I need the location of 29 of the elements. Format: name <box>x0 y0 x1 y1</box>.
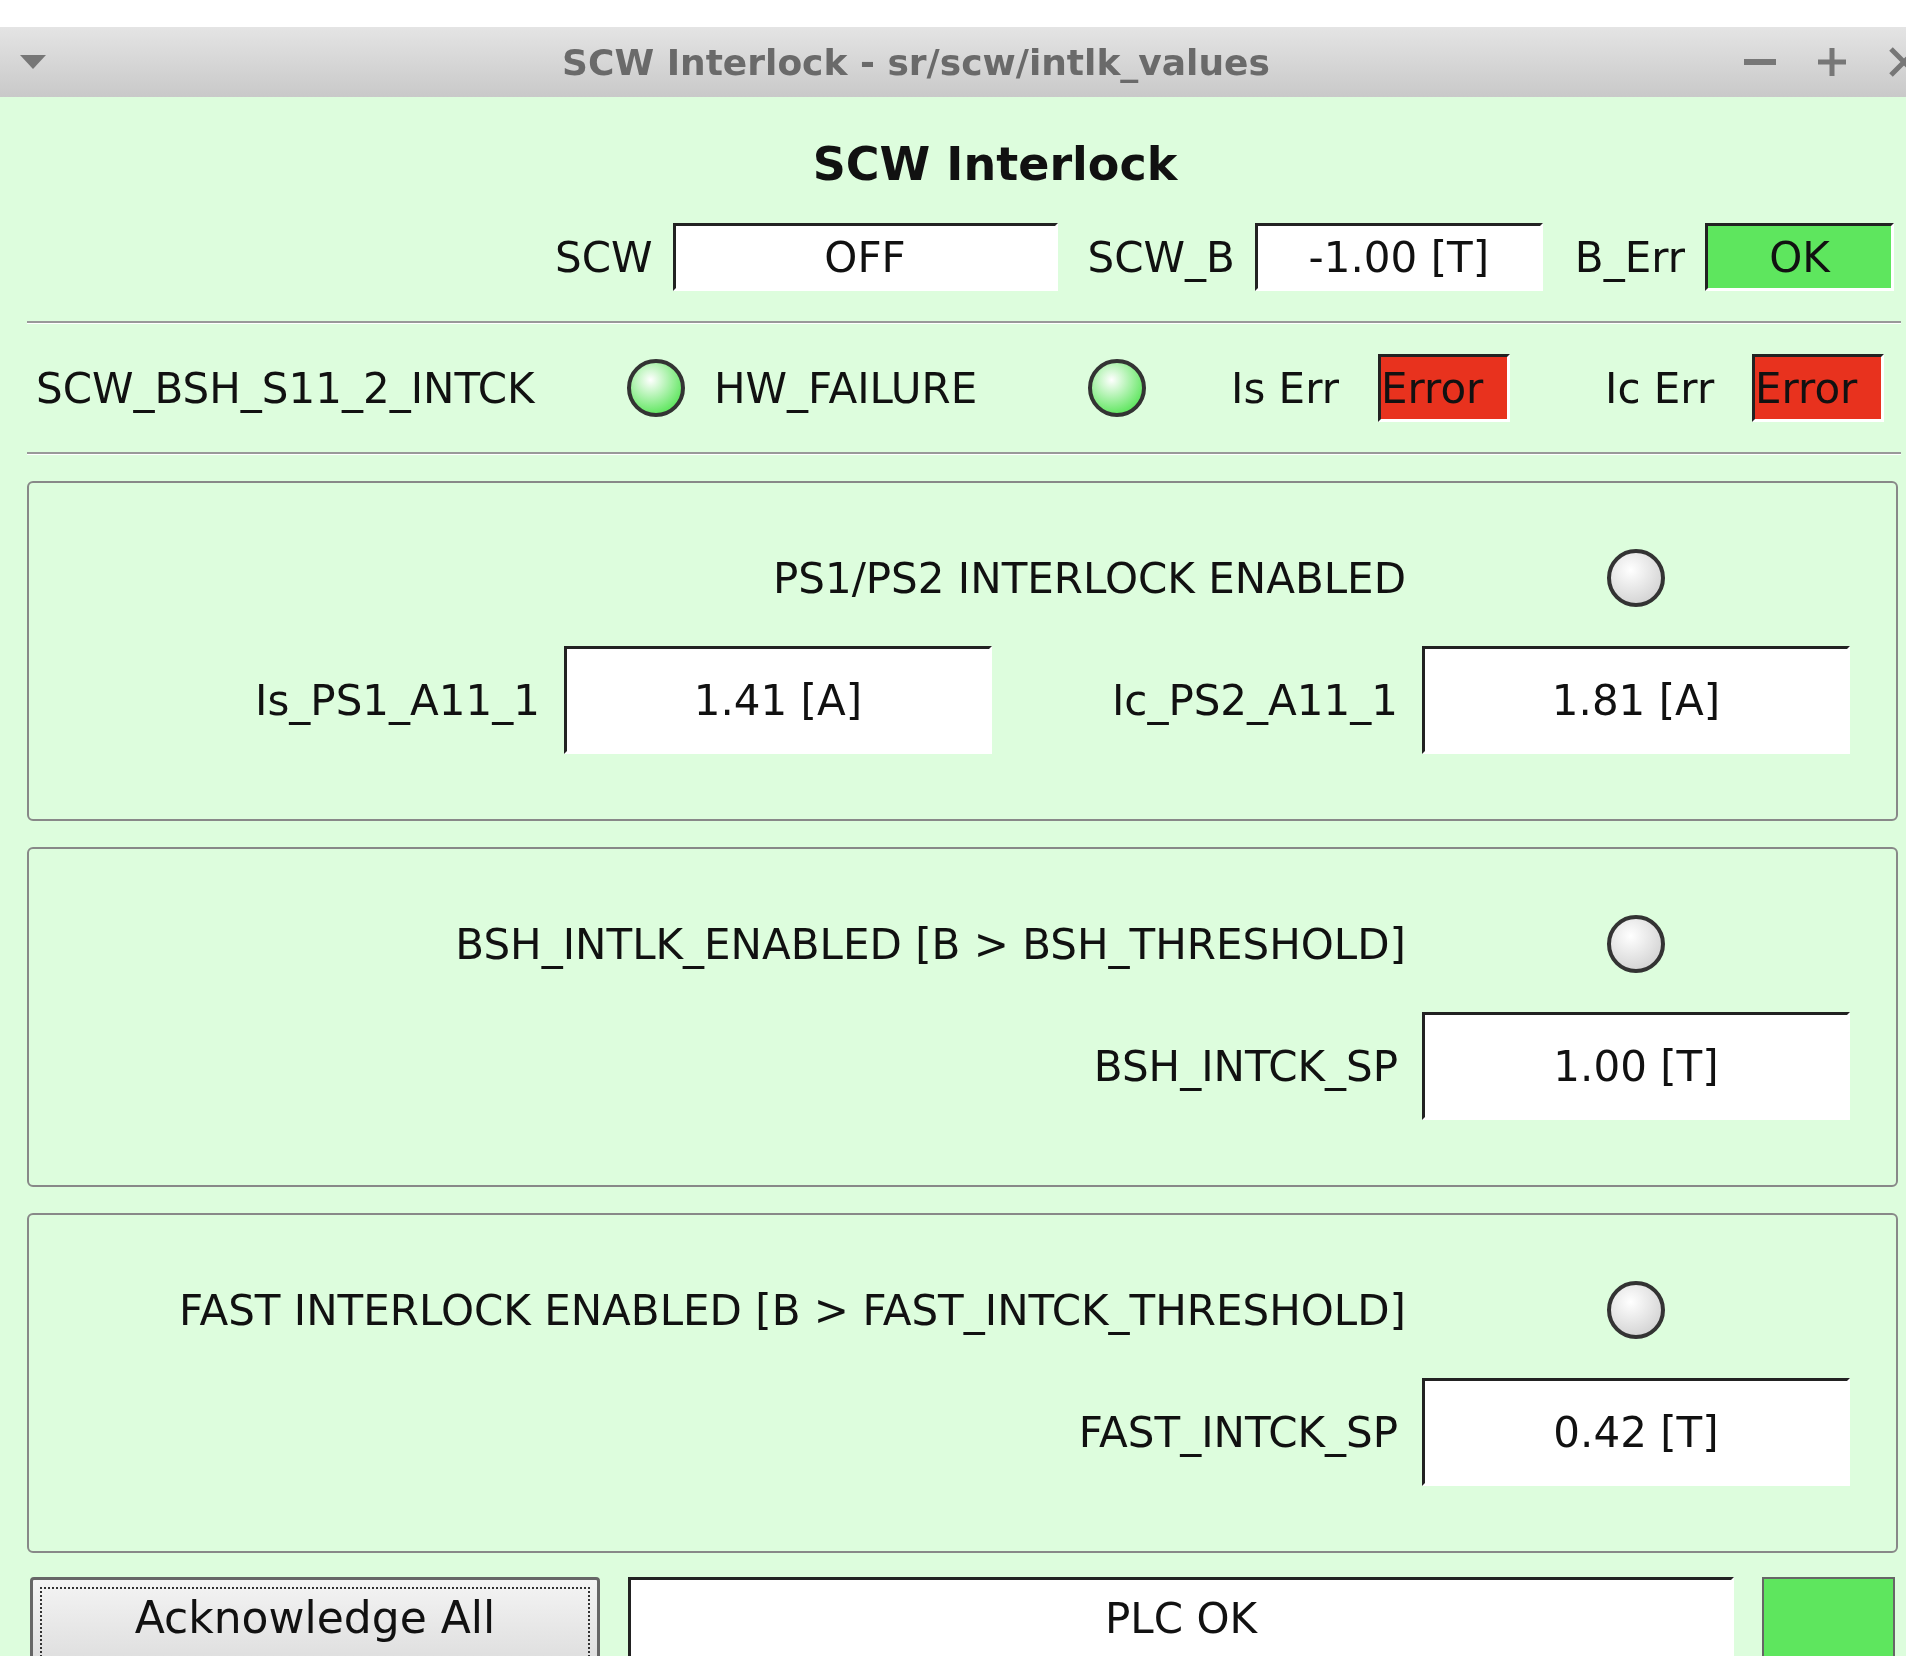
reading-field: 1.41 [A] <box>563 646 992 754</box>
field-label: SCW_B <box>1087 232 1235 282</box>
indicator-label: Is Err <box>1231 363 1340 413</box>
interlock-title: PS1/PS2 INTERLOCK ENABLED <box>772 553 1406 603</box>
indicator-label: Ic Err <box>1605 363 1716 413</box>
value-field: OK <box>1705 223 1894 291</box>
reading-field: 1.00 [T] <box>1422 1012 1850 1120</box>
plc-status-field: PLC OK <box>628 1577 1734 1656</box>
reading-field: 1.81 [A] <box>1422 646 1850 754</box>
error-field: Error <box>1752 354 1884 422</box>
reading-label: FAST_INTCK_SP <box>1078 1407 1398 1457</box>
interlock-title: FAST INTERLOCK ENABLED [B > FAST_INTCK_THRESHOLD] <box>179 1285 1406 1335</box>
acknowledge-button[interactable]: Acknowledge All <box>30 1577 600 1656</box>
error-field: Error <box>1378 354 1510 422</box>
reading-field: 0.42 [T] <box>1422 1378 1850 1486</box>
reading-label: BSH_INTCK_SP <box>1093 1041 1398 1091</box>
field-label: SCW <box>555 232 653 282</box>
maximize-icon[interactable] <box>1816 46 1848 78</box>
field-label: B_Err <box>1574 232 1685 282</box>
indicator-label: HW_FAILURE <box>714 363 979 413</box>
value-field: OFF <box>672 223 1058 291</box>
indicator-label: SCW_BSH_S11_2_INTCK <box>36 363 536 413</box>
reading-label: Ic_PS2_A11_1 <box>1111 675 1398 725</box>
panel-heading: SCW Interlock <box>811 137 1179 191</box>
reading-label: Is_PS1_A11_1 <box>255 675 540 725</box>
value-field: -1.00 [T] <box>1254 223 1543 291</box>
interlock-title: BSH_INTLK_ENABLED [B > BSH_THRESHOLD] <box>455 919 1406 969</box>
caret-down-icon[interactable] <box>18 53 48 71</box>
window-title: SCW Interlock - sr/scw/intlk_values <box>561 41 1271 83</box>
